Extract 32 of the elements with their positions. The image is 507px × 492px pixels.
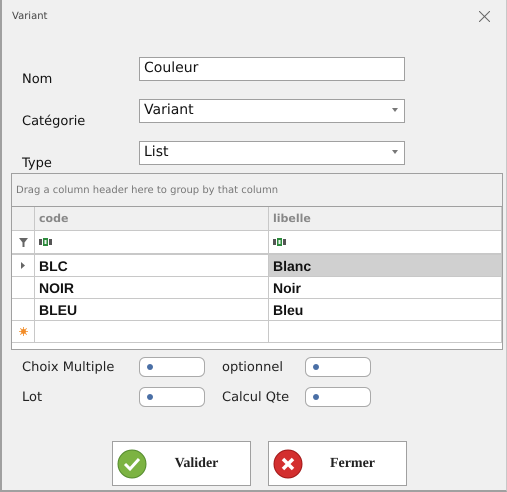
grid-row[interactable]: NOIR Noir: [12, 277, 502, 299]
group-hint: Drag a column header here to group by that column: [16, 184, 278, 196]
field-label: Catégorie: [22, 114, 86, 129]
toggle-switch[interactable]: [305, 357, 371, 377]
toggle-label: Choix Multiple: [22, 360, 116, 374]
input-field[interactable]: Couleur: [139, 57, 405, 81]
close-button[interactable]: Fermer: [268, 441, 407, 486]
field-label: Nom: [22, 72, 54, 87]
close-icon: [273, 448, 303, 478]
grid-row[interactable]: BLEU Bleu: [12, 299, 502, 321]
validate-button[interactable]: Valider: [112, 441, 251, 486]
filter-icon[interactable]: [18, 238, 28, 246]
caret-icon: [392, 108, 398, 112]
text-filter-icon: [273, 238, 286, 246]
toggle-label: Lot: [22, 390, 44, 404]
caret-icon: [392, 150, 398, 154]
row-pointer-icon: [21, 262, 25, 269]
field-label: Type: [22, 156, 53, 171]
table-cell: Blanc: [269, 255, 502, 276]
dropdown-field[interactable]: List: [139, 141, 405, 165]
text-filter-icon: [39, 238, 52, 246]
toggle-switch[interactable]: [139, 357, 205, 377]
toggle-label: optionnel: [222, 360, 284, 374]
grid-row[interactable]: BLC Blanc: [12, 255, 502, 277]
toggle-switch[interactable]: [139, 387, 205, 407]
window-title: Variant: [12, 10, 48, 22]
close-icon[interactable]: [479, 10, 490, 22]
toggle-label: Calcul Qte: [222, 390, 290, 404]
dropdown-field[interactable]: Variant: [139, 99, 405, 123]
toggle-switch[interactable]: [305, 387, 371, 407]
check-icon: [117, 448, 147, 478]
new-row-icon: [18, 327, 28, 336]
